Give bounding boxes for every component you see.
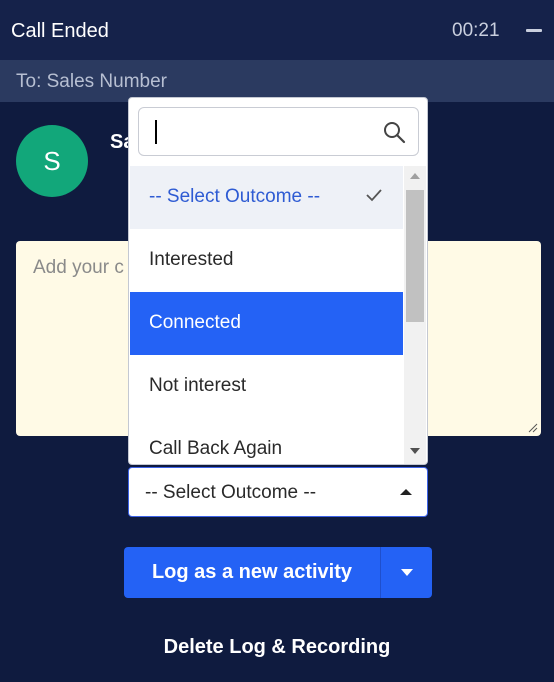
scroll-up-icon[interactable] — [410, 173, 420, 179]
option-connected[interactable]: Connected — [130, 292, 403, 355]
call-timer: 00:21 — [452, 20, 500, 41]
option-select-outcome[interactable]: -- Select Outcome -- — [130, 166, 403, 229]
scroll-down-icon[interactable] — [410, 448, 420, 454]
scroll-thumb[interactable] — [406, 190, 424, 322]
caret-up-icon — [400, 489, 412, 495]
option-label: Not interest — [149, 375, 247, 396]
outcome-dropdown: -- Select Outcome -- Interested Connecte… — [128, 97, 428, 465]
avatar-initial: S — [43, 145, 61, 176]
option-not-interest[interactable]: Not interest — [130, 355, 403, 418]
search-icon — [384, 122, 406, 144]
option-label: Interested — [149, 249, 234, 270]
option-label: -- Select Outcome -- — [149, 186, 321, 207]
dropdown-search-input[interactable] — [138, 107, 419, 156]
log-activity-button[interactable]: Log as a new activity — [124, 547, 380, 598]
dropdown-options: -- Select Outcome -- Interested Connecte… — [130, 166, 403, 464]
option-call-back-again[interactable]: Call Back Again — [130, 418, 403, 464]
option-interested[interactable]: Interested — [130, 229, 403, 292]
call-status-title: Call Ended — [11, 20, 109, 42]
log-options-button[interactable] — [380, 547, 432, 598]
check-icon — [366, 189, 382, 202]
delete-log-button[interactable]: Delete Log & Recording — [0, 636, 554, 659]
resize-handle-icon[interactable] — [528, 423, 538, 433]
recipient-text: To: Sales Number — [16, 71, 168, 92]
text-cursor — [155, 120, 157, 144]
option-label: Call Back Again — [149, 438, 283, 459]
avatar: S — [16, 125, 88, 197]
option-label: Connected — [149, 312, 241, 333]
notes-placeholder: Add your c — [33, 257, 124, 278]
chevron-down-icon — [401, 569, 413, 576]
outcome-select-value: -- Select Outcome -- — [145, 482, 317, 503]
minimize-icon[interactable] — [526, 29, 542, 32]
dropdown-scrollbar[interactable] — [404, 166, 426, 464]
outcome-select[interactable]: -- Select Outcome -- — [128, 467, 428, 517]
